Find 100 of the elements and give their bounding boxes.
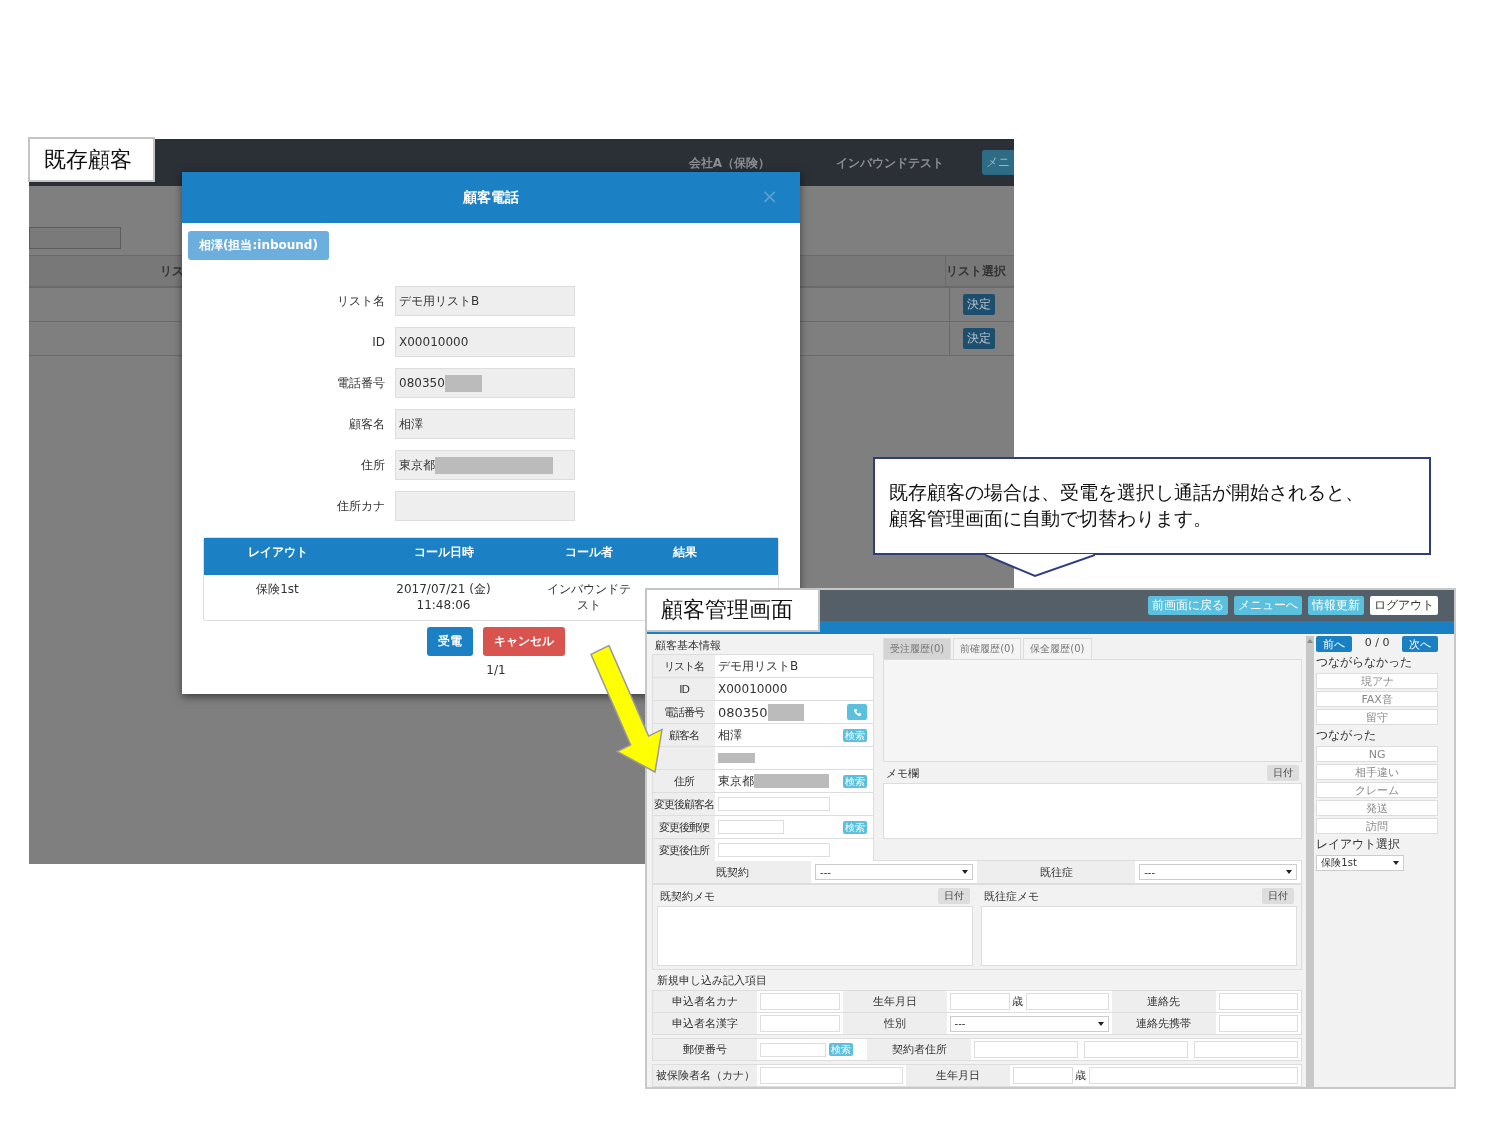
- decide-button[interactable]: 決定: [963, 294, 995, 315]
- field-label: 性別: [842, 1013, 947, 1034]
- text-field[interactable]: [718, 820, 784, 834]
- text-field[interactable]: [1084, 1041, 1189, 1058]
- date-button[interactable]: 日付: [1262, 888, 1295, 904]
- masked-block: [718, 753, 755, 763]
- memo-field[interactable]: [657, 906, 974, 966]
- result-button[interactable]: 留守: [1316, 709, 1438, 725]
- caret-icon: [1286, 870, 1293, 874]
- previous-button[interactable]: 前へ: [1316, 636, 1353, 652]
- search-field[interactable]: [29, 227, 121, 249]
- text-field[interactable]: [1012, 1067, 1073, 1084]
- field-label: 生年月日: [842, 991, 947, 1012]
- menu-button[interactable]: メニ: [982, 150, 1014, 175]
- scrollbar[interactable]: [1306, 636, 1315, 1087]
- callout-text: 既存顧客の場合は、受電を選択し通話が開始されると、 顧客管理画面に自動で切替わります。: [889, 480, 1365, 531]
- result-button[interactable]: クレーム: [1316, 782, 1438, 798]
- header-button[interactable]: ログアウト: [1370, 596, 1438, 615]
- text-field[interactable]: [760, 1015, 840, 1032]
- text-field[interactable]: [1194, 1041, 1299, 1058]
- cancel-button[interactable]: キャンセル: [483, 627, 565, 656]
- text-field[interactable]: [949, 993, 1010, 1010]
- record-counter: 0 / 0: [1364, 636, 1390, 649]
- caption-label: 顧客管理画面: [645, 588, 820, 632]
- field-value: デモ用リストB: [718, 657, 799, 675]
- phone-icon: [852, 707, 862, 717]
- memo-title: 既往症メモ: [984, 888, 1040, 904]
- input-field[interactable]: 東京都: [395, 450, 575, 480]
- result-button[interactable]: NG: [1316, 746, 1438, 762]
- text-field[interactable]: [718, 797, 830, 811]
- select-field[interactable]: ---: [949, 1015, 1109, 1032]
- column-header: コール者: [563, 544, 614, 561]
- input-field[interactable]: X00010000: [395, 327, 575, 357]
- memo-field[interactable]: [981, 906, 1298, 966]
- field-label: 連絡先: [1111, 991, 1216, 1012]
- column-header: リスト選択: [946, 262, 1006, 280]
- customer-tag[interactable]: 相澤(担当:inbound): [188, 231, 329, 260]
- text-field[interactable]: [1218, 993, 1299, 1010]
- result-button[interactable]: 現アナ: [1316, 673, 1438, 689]
- field-label: 既契約: [653, 861, 812, 883]
- input-field[interactable]: デモ用リストB: [395, 286, 575, 316]
- field-label: ID: [371, 335, 385, 349]
- column-header: 結果: [672, 544, 697, 561]
- input-field[interactable]: [395, 491, 575, 521]
- unit-label: 歳: [1010, 994, 1024, 1009]
- input-field[interactable]: 080350: [395, 368, 575, 398]
- company-name: 会社A（保険）: [688, 155, 770, 172]
- history-tab[interactable]: 保全履歴(0): [1023, 638, 1092, 659]
- column-header: リス: [160, 262, 184, 280]
- field-label: リスト名: [653, 655, 715, 677]
- field-label: レイアウト選択: [1316, 837, 1401, 851]
- field-label: 契約者住所: [867, 1039, 972, 1060]
- field-label: 電話番号: [336, 374, 385, 392]
- dialog-title: 顧客電話: [463, 188, 519, 207]
- layout-select[interactable]: 保険1st: [1316, 855, 1405, 871]
- field-label: 変更後郵便: [653, 816, 715, 838]
- date-button[interactable]: 日付: [1267, 765, 1300, 781]
- field-label: 顧客名: [348, 415, 385, 433]
- select-field[interactable]: ---: [1139, 864, 1298, 880]
- campaign-name: インバウンドテスト: [836, 155, 944, 172]
- decide-button[interactable]: 決定: [963, 328, 995, 349]
- memo-field[interactable]: [883, 783, 1303, 839]
- next-button[interactable]: 次へ: [1402, 636, 1438, 652]
- unit-label: 歳: [1073, 1068, 1087, 1083]
- field-label: ID: [653, 678, 715, 700]
- page-indicator: 1/1: [486, 663, 506, 677]
- history-tab[interactable]: 前確履歴(0): [953, 638, 1022, 659]
- field-label: 住所カナ: [336, 497, 385, 515]
- caret-icon: [1097, 1021, 1104, 1026]
- text-field[interactable]: [974, 1041, 1079, 1058]
- input-field[interactable]: 相澤: [395, 409, 575, 439]
- text-field[interactable]: [1088, 1067, 1299, 1084]
- text-field[interactable]: [760, 1067, 903, 1084]
- field-label: 郵便番号: [653, 1039, 757, 1060]
- field-label: 申込者名カナ: [653, 991, 757, 1012]
- scroll-up-icon[interactable]: [1307, 638, 1314, 643]
- field-label: 生年月日: [905, 1065, 1010, 1086]
- history-tab[interactable]: 受注履歴(0): [883, 638, 952, 659]
- field-value: 相澤: [718, 726, 742, 744]
- select-field[interactable]: ---: [815, 864, 974, 880]
- result-button[interactable]: 相手違い: [1316, 764, 1438, 780]
- label-cell: [653, 747, 715, 769]
- memo-title: 既契約メモ: [660, 888, 715, 904]
- table-cell-text: 2017/07/21 (金) 11:48:06: [395, 581, 492, 614]
- text-field[interactable]: [760, 993, 840, 1010]
- field-label: 住所: [653, 770, 715, 792]
- result-button[interactable]: 発送: [1316, 800, 1438, 816]
- text-field[interactable]: [760, 1042, 826, 1057]
- text-field[interactable]: [1218, 1015, 1299, 1032]
- field-label: 申込者名漢字: [653, 1013, 757, 1034]
- column-header: レイアウト: [246, 544, 309, 561]
- date-button[interactable]: 日付: [938, 888, 971, 904]
- call-button[interactable]: [847, 704, 867, 720]
- result-button[interactable]: 訪問: [1316, 818, 1438, 834]
- text-field[interactable]: [1025, 993, 1109, 1010]
- text-field[interactable]: [718, 843, 830, 857]
- result-button[interactable]: FAX音: [1316, 691, 1438, 707]
- answer-button[interactable]: 受電: [427, 627, 473, 656]
- field-label: 変更後住所: [653, 839, 715, 861]
- masked-block: [767, 703, 804, 721]
